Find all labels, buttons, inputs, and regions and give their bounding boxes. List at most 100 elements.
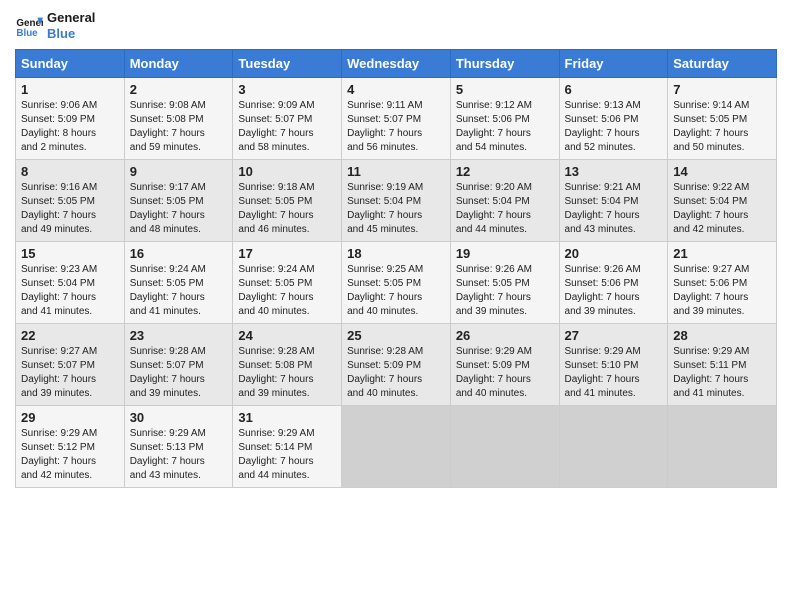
day-info: Sunrise: 9:29 AM Sunset: 5:11 PM Dayligh… (673, 345, 771, 401)
day-number: 29 (21, 410, 119, 425)
weekday-header-sunday: Sunday (16, 50, 125, 78)
day-info: Sunrise: 9:23 AM Sunset: 5:04 PM Dayligh… (21, 263, 119, 319)
day-number: 21 (673, 246, 771, 261)
weekday-header-friday: Friday (559, 50, 668, 78)
calendar-cell: 9Sunrise: 9:17 AM Sunset: 5:05 PM Daylig… (124, 160, 233, 242)
calendar-cell: 6Sunrise: 9:13 AM Sunset: 5:06 PM Daylig… (559, 78, 668, 160)
calendar-cell (342, 406, 451, 488)
weekday-header-row: SundayMondayTuesdayWednesdayThursdayFrid… (16, 50, 777, 78)
day-number: 12 (456, 164, 554, 179)
day-info: Sunrise: 9:28 AM Sunset: 5:09 PM Dayligh… (347, 345, 445, 401)
day-number: 17 (238, 246, 336, 261)
day-info: Sunrise: 9:12 AM Sunset: 5:06 PM Dayligh… (456, 99, 554, 155)
calendar-week-row: 1Sunrise: 9:06 AM Sunset: 5:09 PM Daylig… (16, 78, 777, 160)
day-number: 5 (456, 82, 554, 97)
day-number: 28 (673, 328, 771, 343)
header: General Blue General Blue (15, 10, 777, 41)
day-info: Sunrise: 9:22 AM Sunset: 5:04 PM Dayligh… (673, 181, 771, 237)
weekday-header-tuesday: Tuesday (233, 50, 342, 78)
day-number: 25 (347, 328, 445, 343)
day-info: Sunrise: 9:29 AM Sunset: 5:09 PM Dayligh… (456, 345, 554, 401)
day-number: 19 (456, 246, 554, 261)
day-info: Sunrise: 9:14 AM Sunset: 5:05 PM Dayligh… (673, 99, 771, 155)
day-info: Sunrise: 9:18 AM Sunset: 5:05 PM Dayligh… (238, 181, 336, 237)
day-info: Sunrise: 9:20 AM Sunset: 5:04 PM Dayligh… (456, 181, 554, 237)
calendar-container: General Blue General Blue SundayMondayTu… (0, 0, 792, 498)
day-number: 24 (238, 328, 336, 343)
calendar-cell: 7 Sunrise: 9:14 AM Sunset: 5:05 PM Daylig… (668, 78, 777, 160)
day-number: 13 (565, 164, 663, 179)
day-number: 11 (347, 164, 445, 179)
day-info: Sunrise: 9:16 AM Sunset: 5:05 PM Dayligh… (21, 181, 119, 237)
day-number: 14 (673, 164, 771, 179)
calendar-cell: 27 Sunrise: 9:29 AM Sunset: 5:10 PM Dayli… (559, 324, 668, 406)
day-info: Sunrise: 9:27 AM Sunset: 5:07 PM Dayligh… (21, 345, 119, 401)
day-number: 22 (21, 328, 119, 343)
day-info: Sunrise: 9:09 AM Sunset: 5:07 PM Dayligh… (238, 99, 336, 155)
day-number: 10 (238, 164, 336, 179)
day-info: Sunrise: 9:29 AM Sunset: 5:13 PM Dayligh… (130, 427, 228, 483)
calendar-table: SundayMondayTuesdayWednesdayThursdayFrid… (15, 49, 777, 488)
logo-blue: Blue (47, 26, 95, 42)
calendar-cell: 21 Sunrise: 9:27 AM Sunset: 5:06 PM Dayli… (668, 242, 777, 324)
calendar-cell: 28 Sunrise: 9:29 AM Sunset: 5:11 PM Dayli… (668, 324, 777, 406)
weekday-header-monday: Monday (124, 50, 233, 78)
calendar-cell: 5 Sunrise: 9:12 AM Sunset: 5:06 PM Daylig… (450, 78, 559, 160)
day-number: 27 (565, 328, 663, 343)
day-info: Sunrise: 9:27 AM Sunset: 5:06 PM Dayligh… (673, 263, 771, 319)
day-info: Sunrise: 9:24 AM Sunset: 5:05 PM Dayligh… (238, 263, 336, 319)
calendar-cell: 23Sunrise: 9:28 AM Sunset: 5:07 PM Dayli… (124, 324, 233, 406)
calendar-cell: 16 Sunrise: 9:24 AM Sunset: 5:05 PM Dayli… (124, 242, 233, 324)
calendar-cell: 18Sunrise: 9:25 AM Sunset: 5:05 PM Dayli… (342, 242, 451, 324)
day-info: Sunrise: 9:25 AM Sunset: 5:05 PM Dayligh… (347, 263, 445, 319)
day-info: Sunrise: 9:19 AM Sunset: 5:04 PM Dayligh… (347, 181, 445, 237)
day-number: 7 (673, 82, 771, 97)
calendar-cell: 12 Sunrise: 9:20 AM Sunset: 5:04 PM Dayli… (450, 160, 559, 242)
day-info: Sunrise: 9:29 AM Sunset: 5:14 PM Dayligh… (238, 427, 336, 483)
calendar-cell: 15 Sunrise: 9:23 AM Sunset: 5:04 PM Dayli… (16, 242, 125, 324)
weekday-header-thursday: Thursday (450, 50, 559, 78)
calendar-cell: 17 Sunrise: 9:24 AM Sunset: 5:05 PM Dayli… (233, 242, 342, 324)
calendar-cell: 20Sunrise: 9:26 AM Sunset: 5:06 PM Dayli… (559, 242, 668, 324)
calendar-cell: 10 Sunrise: 9:18 AM Sunset: 5:05 PM Dayli… (233, 160, 342, 242)
weekday-header-wednesday: Wednesday (342, 50, 451, 78)
day-info: Sunrise: 9:08 AM Sunset: 5:08 PM Dayligh… (130, 99, 228, 155)
calendar-cell: 1Sunrise: 9:06 AM Sunset: 5:09 PM Daylig… (16, 78, 125, 160)
day-number: 4 (347, 82, 445, 97)
day-info: Sunrise: 9:17 AM Sunset: 5:05 PM Dayligh… (130, 181, 228, 237)
day-info: Sunrise: 9:24 AM Sunset: 5:05 PM Dayligh… (130, 263, 228, 319)
logo: General Blue General Blue (15, 10, 95, 41)
day-info: Sunrise: 9:11 AM Sunset: 5:07 PM Dayligh… (347, 99, 445, 155)
calendar-cell: 31 Sunrise: 9:29 AM Sunset: 5:14 PM Dayli… (233, 406, 342, 488)
day-info: Sunrise: 9:21 AM Sunset: 5:04 PM Dayligh… (565, 181, 663, 237)
calendar-cell (559, 406, 668, 488)
day-info: Sunrise: 9:29 AM Sunset: 5:12 PM Dayligh… (21, 427, 119, 483)
day-number: 15 (21, 246, 119, 261)
calendar-cell: 24 Sunrise: 9:28 AM Sunset: 5:08 PM Dayli… (233, 324, 342, 406)
day-number: 16 (130, 246, 228, 261)
day-info: Sunrise: 9:28 AM Sunset: 5:08 PM Dayligh… (238, 345, 336, 401)
calendar-cell (668, 406, 777, 488)
calendar-week-row: 15 Sunrise: 9:23 AM Sunset: 5:04 PM Dayli… (16, 242, 777, 324)
calendar-cell: 30 Sunrise: 9:29 AM Sunset: 5:13 PM Dayli… (124, 406, 233, 488)
calendar-cell: 11 Sunrise: 9:19 AM Sunset: 5:04 PM Dayli… (342, 160, 451, 242)
day-number: 30 (130, 410, 228, 425)
calendar-cell: 4 Sunrise: 9:11 AM Sunset: 5:07 PM Daylig… (342, 78, 451, 160)
day-number: 3 (238, 82, 336, 97)
day-info: Sunrise: 9:29 AM Sunset: 5:10 PM Dayligh… (565, 345, 663, 401)
calendar-cell: 2 Sunrise: 9:08 AM Sunset: 5:08 PM Daylig… (124, 78, 233, 160)
calendar-week-row: 29 Sunrise: 9:29 AM Sunset: 5:12 PM Dayli… (16, 406, 777, 488)
calendar-cell: 25 Sunrise: 9:28 AM Sunset: 5:09 PM Dayli… (342, 324, 451, 406)
day-number: 2 (130, 82, 228, 97)
day-number: 6 (565, 82, 663, 97)
logo-general: General (47, 10, 95, 26)
calendar-week-row: 8 Sunrise: 9:16 AM Sunset: 5:05 PM Daylig… (16, 160, 777, 242)
day-number: 8 (21, 164, 119, 179)
day-info: Sunrise: 9:26 AM Sunset: 5:05 PM Dayligh… (456, 263, 554, 319)
day-info: Sunrise: 9:26 AM Sunset: 5:06 PM Dayligh… (565, 263, 663, 319)
calendar-cell: 26 Sunrise: 9:29 AM Sunset: 5:09 PM Dayli… (450, 324, 559, 406)
calendar-week-row: 22 Sunrise: 9:27 AM Sunset: 5:07 PM Dayli… (16, 324, 777, 406)
day-number: 26 (456, 328, 554, 343)
calendar-cell: 13 Sunrise: 9:21 AM Sunset: 5:04 PM Dayli… (559, 160, 668, 242)
day-number: 31 (238, 410, 336, 425)
